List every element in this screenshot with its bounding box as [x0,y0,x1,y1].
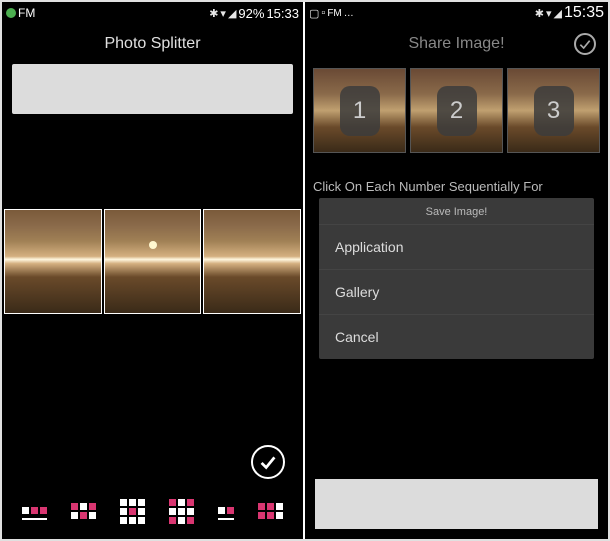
pattern-2x3[interactable] [71,503,96,523]
dialog-option-gallery[interactable]: Gallery [319,269,594,314]
indicator-icon [6,8,16,18]
app-title: Photo Splitter [2,24,303,64]
signal-icon: ◢ [228,7,236,20]
wifi-icon: ▾ [546,7,552,20]
carrier-label: FM [327,8,341,19]
split-slice [203,209,301,314]
app-icon: ▫ [321,7,325,19]
pattern-selector [2,497,303,529]
pattern-1x2[interactable] [218,507,234,520]
clock-label: 15:33 [266,6,299,21]
thumbnail-row: 1 2 3 [305,64,608,157]
app-title: Share Image! [305,24,608,64]
vibrate-icon: ✱ [209,7,218,20]
screen-photo-splitter: FM ✱ ▾ ◢ 92% 15:33 Photo Splitter [2,2,305,539]
split-slice [104,209,202,314]
vibrate-icon: ✱ [535,7,544,20]
thumbnail-3[interactable]: 3 [507,68,600,153]
status-bar: FM ✱ ▾ ◢ 92% 15:33 [2,2,303,24]
done-button[interactable] [574,33,596,55]
wifi-icon: ▾ [220,7,226,20]
dialog-option-application[interactable]: Application [319,224,594,269]
confirm-button[interactable] [251,445,285,479]
screenshot-icon: ▢ [309,7,319,20]
instruction-text: Click On Each Number Sequentially For [305,157,608,198]
dialog-title: Save Image! [319,198,594,224]
signal-icon: ◢ [553,7,561,20]
pattern-3x3-b[interactable] [169,499,194,528]
ad-placeholder [12,64,293,114]
carrier-label: FM [18,6,35,20]
save-dialog: Save Image! Application Gallery Cancel [319,198,594,359]
pattern-1x3[interactable] [22,507,47,520]
screen-share-image: ▢ ▫ FM … ✱ ▾ ◢ 15:35 Share Image! 1 2 3 … [305,2,608,539]
battery-label: 92% [238,6,264,21]
clock-label: 15:35 [564,4,604,22]
ad-placeholder [315,479,598,529]
pattern-3x3[interactable] [120,499,145,528]
split-slice [4,209,102,314]
status-more-icon: … [344,8,354,19]
status-bar: ▢ ▫ FM … ✱ ▾ ◢ 15:35 [305,2,608,24]
image-preview[interactable] [2,209,303,314]
pattern-2x3-b[interactable] [258,503,283,523]
thumbnail-2[interactable]: 2 [410,68,503,153]
dialog-option-cancel[interactable]: Cancel [319,314,594,359]
thumbnail-1[interactable]: 1 [313,68,406,153]
